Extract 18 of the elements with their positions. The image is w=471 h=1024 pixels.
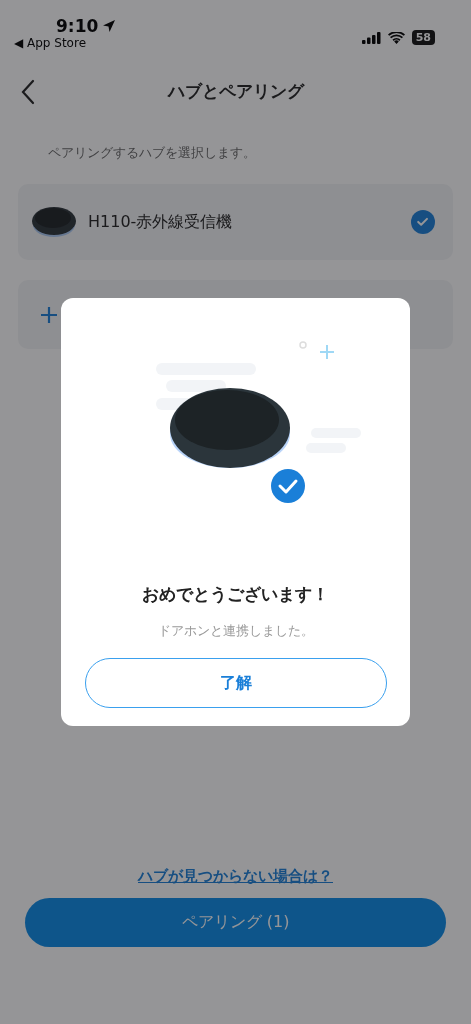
hub-device-icon (32, 206, 76, 238)
plus-icon (40, 305, 58, 324)
pair-button[interactable]: ペアリング (1) (25, 898, 446, 947)
page-title: ハブとペアリング (167, 79, 304, 103)
dialog-title: おめでとうございます！ (142, 583, 329, 606)
battery-icon: 58 (411, 30, 435, 45)
wifi-icon (387, 31, 405, 44)
dialog-message: ドアホンと連携しました。 (157, 622, 314, 640)
status-time: 9:10 (56, 16, 117, 36)
ok-button[interactable]: 了解 (84, 658, 387, 708)
instruction-text: ペアリングするハブを選択します。 (48, 144, 257, 162)
back-to-app-link[interactable]: ◀ App Store (14, 36, 87, 50)
hub-card[interactable]: H110-赤外線受信機 (18, 184, 453, 260)
location-arrow-icon (102, 19, 117, 33)
signal-icon (361, 31, 381, 44)
help-link[interactable]: ハブが見つからない場合は？ (138, 867, 333, 886)
hub-name: H110-赤外線受信機 (88, 211, 234, 233)
selected-check-icon[interactable] (411, 210, 435, 234)
